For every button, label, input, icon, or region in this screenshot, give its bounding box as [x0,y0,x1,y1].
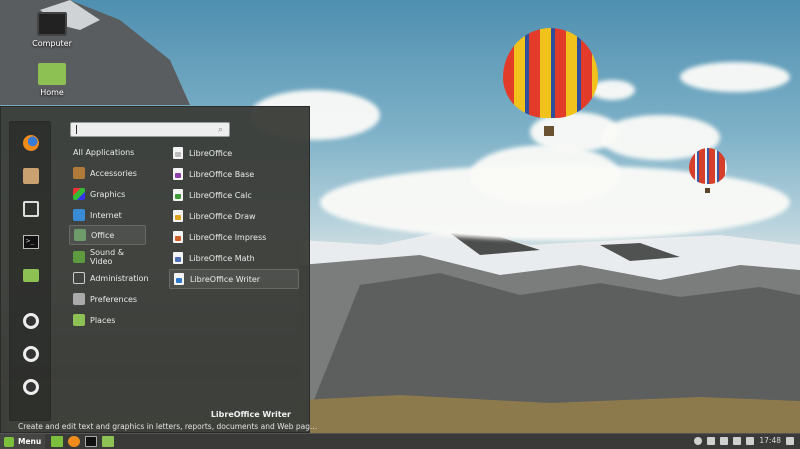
network-icon[interactable] [733,436,742,445]
libreoffice-impress-icon [173,231,183,243]
libreoffice-icon [173,147,183,159]
balloon-basket [544,126,554,136]
terminal-icon: >_ [23,235,39,249]
app-libreoffice-writer[interactable]: LibreOffice Writer [169,269,299,289]
libreoffice-math-icon [173,252,183,264]
computer-icon [37,12,67,36]
category-label: Accessories [90,168,137,178]
search-icon: ⌕ [217,125,223,135]
app-description-text: Create and edit text and graphics in let… [18,422,318,431]
application-menu: >_ ⌕ All Applications Accessories Graphi… [0,106,317,433]
update-icon[interactable] [746,436,755,445]
app-description-title: LibreOffice Writer [210,410,291,419]
volume-icon[interactable] [720,436,729,445]
category-sound-video[interactable]: Sound & Video [69,247,146,267]
app-label: LibreOffice Writer [190,274,261,284]
favorite-firefox[interactable] [20,132,42,154]
shutdown-icon [23,379,39,395]
category-label: Office [91,230,115,240]
category-label: Internet [90,210,122,220]
sound-video-icon [73,251,85,263]
category-office[interactable]: Office [69,225,146,245]
favorite-software-manager[interactable] [20,165,42,187]
category-places[interactable]: Places [69,310,146,330]
libreoffice-calc-icon [173,189,183,201]
office-icon [74,229,86,241]
app-libreoffice[interactable]: LibreOffice [169,143,299,163]
category-label: Places [90,315,116,325]
category-label: Sound & Video [90,248,124,266]
balloon-basket [705,188,710,193]
app-label: LibreOffice Calc [189,190,252,200]
terminal-launcher-icon[interactable] [85,436,98,447]
desktop-icon-home[interactable]: Home [22,63,82,97]
desktop-icon-label: Home [40,88,64,97]
app-label: LibreOffice Draw [189,211,256,221]
category-label: Administration [90,273,149,283]
software-manager-icon [23,168,39,184]
category-internet[interactable]: Internet [69,205,146,225]
show-desktop-icon[interactable] [51,436,64,447]
accessories-icon [73,167,85,179]
cloud [680,62,790,92]
category-label: All Applications [73,147,135,157]
app-libreoffice-math[interactable]: LibreOffice Math [169,248,299,268]
app-libreoffice-impress[interactable]: LibreOffice Impress [169,227,299,247]
system-tray: 17:48 [694,436,794,445]
places-folder-icon [73,314,85,326]
hot-air-balloon-small [689,148,727,184]
category-preferences[interactable]: Preferences [69,289,146,309]
search-input[interactable]: ⌕ [70,122,230,137]
logout-icon [23,346,39,362]
libreoffice-writer-icon [174,273,184,285]
firefox-launcher-icon[interactable] [68,436,81,447]
cloud [470,145,620,205]
app-libreoffice-draw[interactable]: LibreOffice Draw [169,206,299,226]
category-accessories[interactable]: Accessories [69,163,146,183]
mint-logo-icon [4,436,14,447]
app-label: LibreOffice Math [189,253,255,263]
internet-icon [73,209,85,221]
firefox-icon [23,135,39,151]
app-libreoffice-base[interactable]: LibreOffice Base [169,164,299,184]
lock-screen-icon [23,313,39,329]
notifications-icon[interactable] [786,436,794,445]
menu-button[interactable]: Menu [0,433,46,449]
text-caret [76,125,77,134]
favorites-sidebar: >_ [9,121,51,421]
app-libreoffice-calc[interactable]: LibreOffice Calc [169,185,299,205]
libreoffice-base-icon [173,168,183,180]
favorite-shutdown[interactable] [20,376,42,398]
system-settings-icon [23,201,39,217]
favorite-system-settings[interactable] [20,198,42,220]
app-label: LibreOffice Impress [189,232,267,242]
app-label: LibreOffice [189,148,233,158]
category-graphics[interactable]: Graphics [69,184,146,204]
desktop-icon-computer[interactable]: Computer [22,12,82,48]
files-launcher-icon[interactable] [102,436,115,447]
category-all-applications[interactable]: All Applications [69,142,146,162]
desktop-icon-label: Computer [32,39,72,48]
menu-button-label: Menu [18,437,42,446]
favorite-lock-screen[interactable] [20,310,42,332]
user-icon[interactable] [694,436,703,445]
wallpaper-mountains [300,230,800,435]
home-folder-icon [38,63,66,85]
favorite-terminal[interactable]: >_ [20,231,42,253]
category-label: Preferences [90,294,138,304]
preferences-icon [73,293,85,305]
clock[interactable]: 17:48 [759,436,781,445]
category-administration[interactable]: Administration [69,268,149,288]
app-label: LibreOffice Base [189,169,255,179]
favorite-files[interactable] [20,264,42,286]
files-icon [23,268,39,282]
category-label: Graphics [90,189,126,199]
administration-icon [73,272,85,284]
hot-air-balloon-large [503,28,598,118]
taskbar: Menu 17:48 [0,433,800,449]
graphics-icon [73,188,85,200]
pen-icon[interactable] [707,436,716,445]
favorite-logout[interactable] [20,343,42,365]
libreoffice-draw-icon [173,210,183,222]
